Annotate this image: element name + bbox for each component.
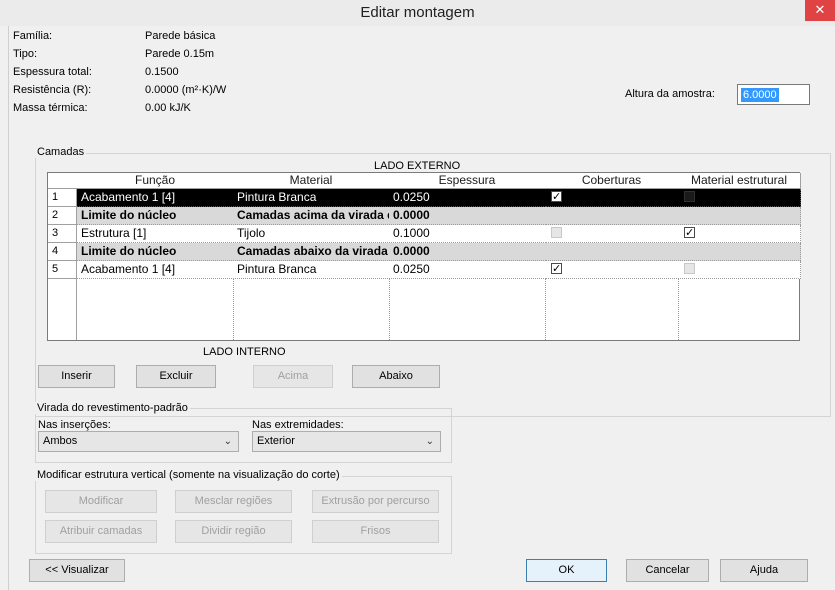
espessura-total-value: 0.1500 — [145, 66, 179, 78]
cell-material[interactable]: Tijolo — [233, 225, 390, 243]
cell-funcao[interactable]: Limite do núcleo — [77, 243, 234, 261]
altura-amostra-label: Altura da amostra: — [625, 88, 715, 100]
cell-espessura[interactable]: 0.0000 — [389, 243, 546, 261]
grid-divider — [389, 279, 390, 340]
cell-funcao[interactable]: Acabamento 1 [4] — [77, 189, 234, 207]
dialog-client-area: Família: Parede básica Tipo: Parede 0.15… — [9, 26, 835, 590]
dividir-regiao-button[interactable]: Dividir região — [175, 520, 292, 543]
material-estrutural-checkbox — [684, 191, 695, 202]
cell-material[interactable]: Pintura Branca — [233, 189, 390, 207]
massa-termica-label: Massa térmica: — [13, 102, 88, 114]
familia-label: Família: — [13, 30, 53, 42]
estrutura-vertical-group-title: Modificar estrutura vertical (somente na… — [35, 469, 342, 481]
cell-material-estrutural[interactable] — [678, 225, 801, 243]
material-estrutural-checkbox[interactable] — [684, 225, 695, 242]
camadas-group-title: Camadas — [35, 146, 87, 158]
column-header-material[interactable]: Material — [233, 173, 390, 189]
espessura-total-label: Espessura total: — [13, 66, 92, 78]
familia-value: Parede básica — [145, 30, 216, 42]
excluir-button[interactable]: Excluir — [136, 365, 216, 388]
coberturas-checkbox[interactable] — [551, 261, 562, 278]
cell-material-estrutural[interactable] — [678, 189, 801, 207]
grid-corner — [48, 173, 78, 189]
row-number[interactable]: 2 — [48, 207, 77, 225]
extremidades-label: Nas extremidades: — [252, 419, 344, 431]
row-number[interactable]: 1 — [48, 189, 77, 207]
lado-interno-label: LADO INTERNO — [203, 346, 286, 358]
acima-button[interactable]: Acima — [253, 365, 333, 388]
tipo-value: Parede 0.15m — [145, 48, 215, 60]
extremidades-select[interactable]: Exterior ⌄ — [252, 431, 441, 452]
abaixo-button[interactable]: Abaixo — [352, 365, 440, 388]
cell-funcao[interactable]: Estrutura [1] — [77, 225, 234, 243]
cell-espessura[interactable]: 0.0250 — [389, 189, 546, 207]
massa-termica-value: 0.00 kJ/K — [145, 102, 191, 114]
cell-espessura[interactable]: 0.0000 — [389, 207, 546, 225]
cell-material-estrutural — [678, 243, 801, 261]
altura-amostra-value: 6.0000 — [741, 88, 779, 102]
altura-amostra-input[interactable]: 6.0000 — [737, 84, 810, 105]
lado-externo-label: LADO EXTERNO — [374, 160, 461, 172]
atribuir-camadas-button[interactable]: Atribuir camadas — [45, 520, 157, 543]
grid-divider — [545, 279, 546, 340]
cell-coberturas — [545, 207, 679, 225]
cell-espessura[interactable]: 0.0250 — [389, 261, 546, 279]
coberturas-checkbox[interactable] — [551, 189, 562, 206]
cell-funcao[interactable]: Limite do núcleo — [77, 207, 234, 225]
cell-espessura[interactable]: 0.1000 — [389, 225, 546, 243]
title-bar[interactable]: Editar montagem ✕ — [0, 0, 835, 27]
column-header-funcao[interactable]: Função — [77, 173, 234, 189]
extrusao-percurso-button[interactable]: Extrusão por percurso — [312, 490, 439, 513]
cell-material[interactable]: Pintura Branca — [233, 261, 390, 279]
grid-divider — [678, 279, 679, 340]
editar-montagem-dialog: Editar montagem ✕ Família: Parede básica… — [0, 0, 835, 590]
row-number[interactable]: 3 — [48, 225, 77, 243]
column-header-coberturas[interactable]: Coberturas — [545, 173, 679, 189]
row-number[interactable]: 5 — [48, 261, 77, 279]
row-number[interactable]: 4 — [48, 243, 77, 261]
cell-coberturas[interactable] — [545, 189, 679, 207]
frisos-button[interactable]: Frisos — [312, 520, 439, 543]
cell-coberturas[interactable] — [545, 261, 679, 279]
tipo-label: Tipo: — [13, 48, 38, 60]
visualizar-button[interactable]: << Visualizar — [29, 559, 125, 582]
cell-material[interactable]: Camadas abaixo da virada — [233, 243, 390, 261]
cell-funcao[interactable]: Acabamento 1 [4] — [77, 261, 234, 279]
cell-material-estrutural — [678, 261, 801, 279]
chevron-down-icon: ⌄ — [425, 436, 434, 447]
insercoes-label: Nas inserções: — [38, 419, 111, 431]
insercoes-value: Ambos — [43, 435, 78, 447]
column-header-material-estrutural[interactable]: Material estrutural — [678, 173, 801, 189]
mesclar-regioes-button[interactable]: Mesclar regiões — [175, 490, 292, 513]
resistencia-value: 0.0000 (m²·K)/W — [145, 84, 227, 96]
cell-material[interactable]: Camadas acima da virada d — [233, 207, 390, 225]
extremidades-value: Exterior — [257, 435, 295, 447]
cell-material-estrutural — [678, 207, 801, 225]
material-estrutural-checkbox — [684, 263, 695, 274]
insercoes-select[interactable]: Ambos ⌄ — [38, 431, 239, 452]
cell-coberturas — [545, 243, 679, 261]
ajuda-button[interactable]: Ajuda — [720, 559, 808, 582]
resistencia-label: Resistência (R): — [13, 84, 92, 96]
coberturas-checkbox — [551, 227, 562, 238]
virada-group-title: Virada do revestimento-padrão — [35, 402, 190, 414]
grid-divider — [233, 279, 234, 340]
modificar-button[interactable]: Modificar — [45, 490, 157, 513]
ok-button[interactable]: OK — [526, 559, 607, 582]
chevron-down-icon: ⌄ — [223, 436, 232, 447]
column-header-espessura[interactable]: Espessura — [389, 173, 546, 189]
row-header-empty — [48, 279, 77, 340]
window-title: Editar montagem — [360, 4, 475, 21]
close-button[interactable]: ✕ — [805, 0, 835, 21]
inserir-button[interactable]: Inserir — [38, 365, 115, 388]
cell-coberturas — [545, 225, 679, 243]
window-left-edge — [0, 26, 9, 590]
cancelar-button[interactable]: Cancelar — [626, 559, 709, 582]
layers-grid[interactable]: Função Material Espessura Coberturas Mat… — [47, 172, 801, 341]
